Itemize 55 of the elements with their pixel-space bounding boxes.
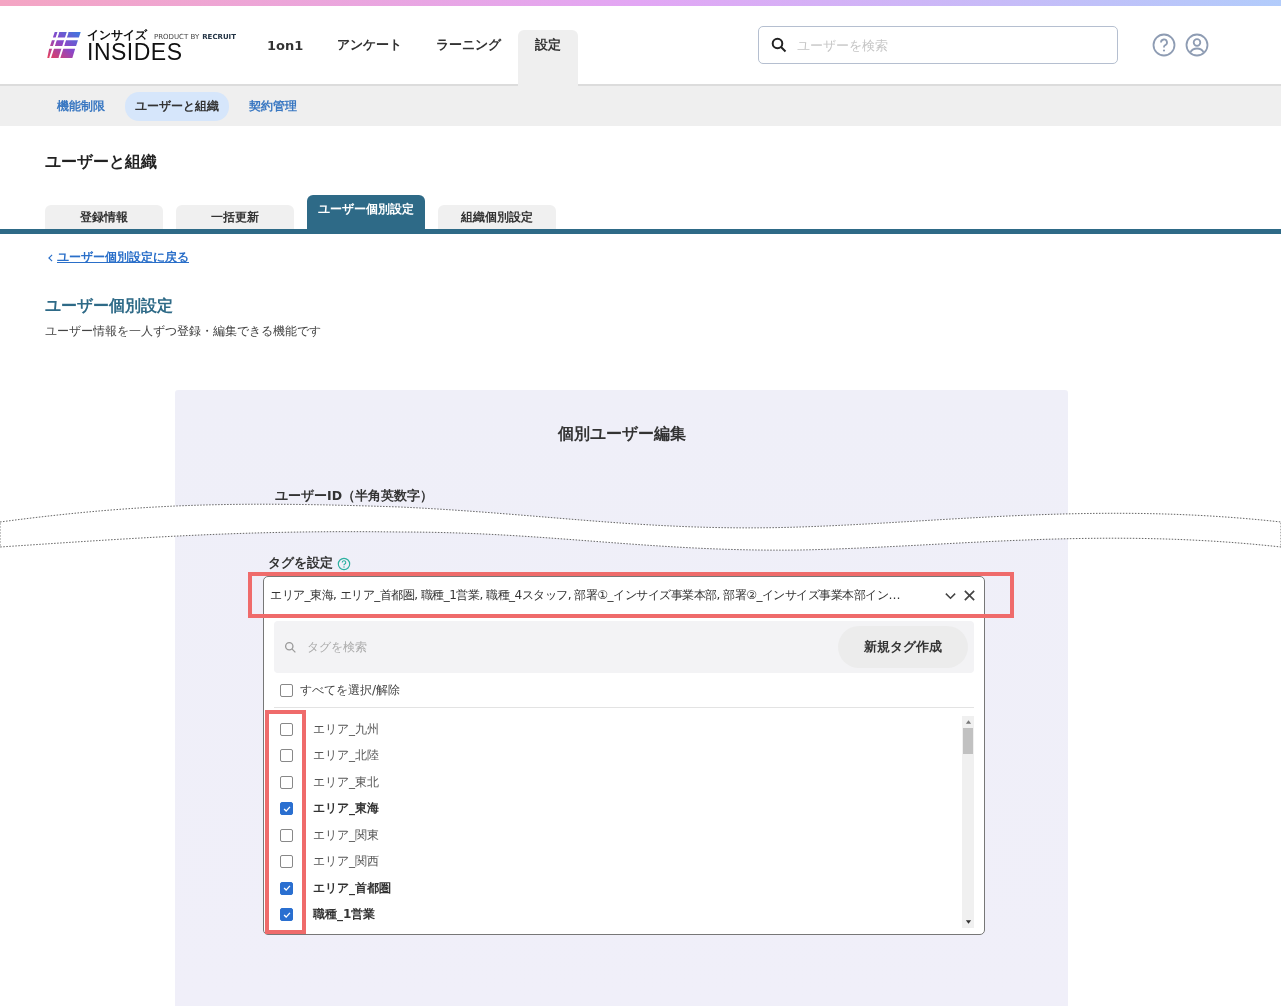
checkbox[interactable] — [280, 802, 293, 816]
search-icon — [284, 640, 297, 654]
logo-wordmark: INSIDES — [87, 40, 183, 64]
checkbox[interactable] — [280, 683, 293, 697]
checkbox-label: すべてを選択/解除 — [300, 681, 401, 699]
tag-option[interactable]: エリア_九州 — [313, 720, 379, 738]
tag-option[interactable]: 職種_1営業 — [313, 906, 376, 924]
tag-select-field[interactable]: エリア_東海, エリア_首都圏, 職種_1営業, 職種_4スタッフ, 部署①_インサイズ事業本部, 部署②_インサイズ事業本部イン… — [264, 577, 984, 613]
checkbox[interactable] — [280, 828, 293, 842]
subnav-tab[interactable]: 機能制限 — [47, 91, 115, 121]
help-icon[interactable] — [1152, 33, 1177, 57]
subnav-tab[interactable]: ユーザーと組織 — [125, 91, 229, 121]
logo-icon — [47, 32, 81, 58]
help-icon[interactable] — [337, 556, 351, 571]
scroll-up-arrow-icon[interactable] — [964, 719, 972, 725]
tag-option[interactable]: エリア_関西 — [313, 853, 379, 871]
checkbox[interactable] — [280, 908, 293, 922]
chevron-left-icon — [48, 253, 53, 262]
nav-tab[interactable]: アンケート — [320, 30, 420, 86]
new-tag-button[interactable]: 新規タグ作成 — [838, 626, 968, 668]
tag-option[interactable]: エリア_東海 — [313, 800, 379, 818]
tab[interactable]: 組織個別設定 — [438, 205, 556, 229]
tab[interactable]: 一括更新 — [176, 205, 294, 229]
tag-option[interactable]: エリア_東北 — [313, 773, 379, 791]
checkbox[interactable] — [280, 855, 293, 869]
tag-search-field[interactable]: タグを検索 — [305, 639, 838, 655]
tag-option[interactable]: エリア_首都圏 — [313, 879, 391, 897]
subnav-tab[interactable]: 契約管理 — [239, 91, 307, 121]
search-icon — [771, 37, 788, 53]
tag-option[interactable]: エリア_関東 — [313, 826, 379, 844]
back-link[interactable]: ユーザー個別設定に戻る — [57, 249, 189, 266]
page-title: ユーザーと組織 — [45, 152, 158, 173]
scrollbar[interactable] — [962, 716, 974, 928]
logo-kana: インサイズ — [87, 26, 147, 43]
field-label: タグを設定 — [268, 555, 333, 572]
scroll-down-arrow-icon[interactable] — [964, 919, 972, 925]
field-label: ユーザーID（半角英数字） — [275, 488, 434, 503]
section-description: ユーザー情報を一人ずつ登録・編集できる機能です — [45, 323, 322, 340]
checkbox[interactable] — [280, 749, 293, 763]
tab[interactable]: ユーザー個別設定 — [307, 195, 425, 229]
card-title: 個別ユーザー編集 — [556, 424, 687, 445]
nav-tab[interactable]: 1on1 — [249, 30, 321, 86]
scrollbar-thumb[interactable] — [963, 728, 973, 754]
nav-tab[interactable]: ラーニング — [419, 30, 519, 86]
section-title: ユーザー個別設定 — [45, 296, 174, 317]
close-icon[interactable] — [963, 588, 976, 602]
tab[interactable]: 登録情報 — [45, 205, 163, 229]
checkbox[interactable] — [280, 775, 293, 789]
tag-option[interactable]: エリア_北陸 — [313, 747, 379, 765]
checkbox[interactable] — [280, 722, 293, 736]
select-value: エリア_東海, エリア_首都圏, 職種_1営業, 職種_4スタッフ, 部署①_インサイズ事業本部, 部署②_インサイズ事業本部イン… — [270, 586, 901, 604]
nav-tab[interactable]: 設定 — [518, 30, 579, 86]
user-icon[interactable] — [1185, 33, 1210, 57]
checkbox[interactable] — [280, 881, 293, 895]
check-icon — [281, 883, 292, 894]
